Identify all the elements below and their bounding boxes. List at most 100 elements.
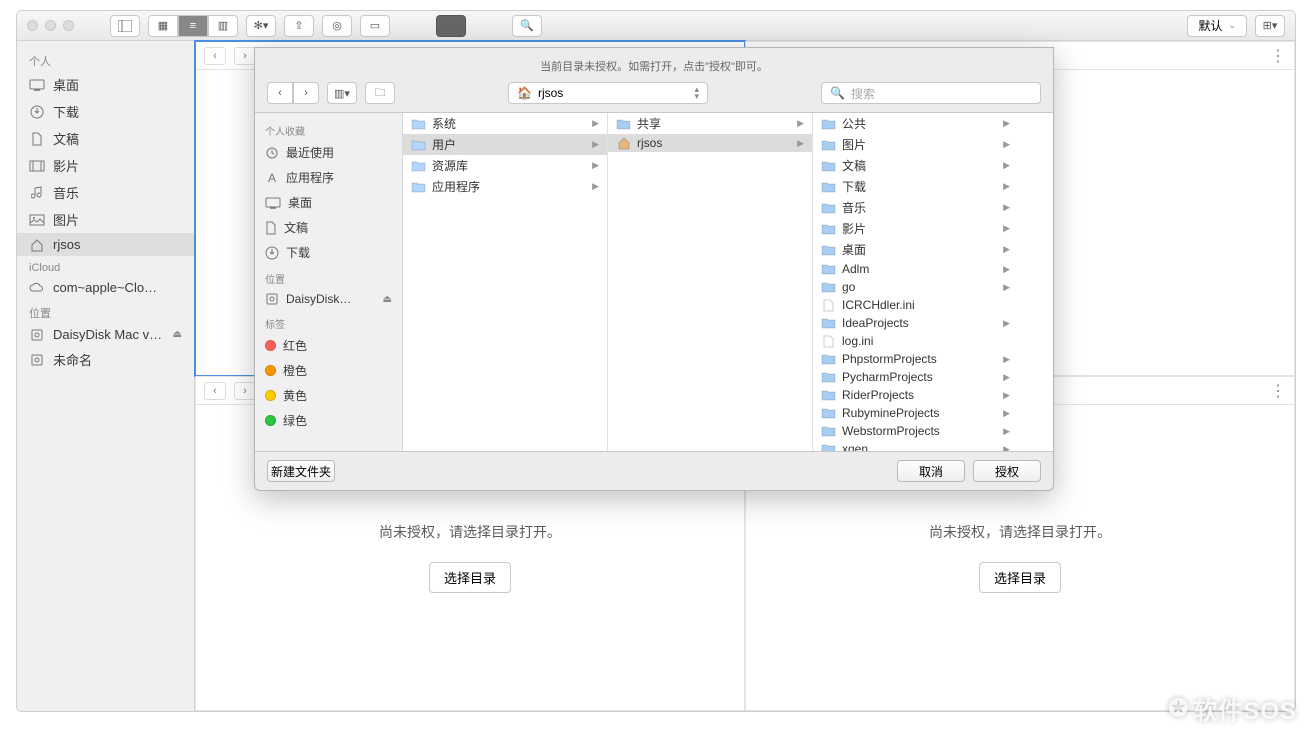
folder-button[interactable]: 🗀	[365, 82, 395, 104]
column-item[interactable]: 资源库▶	[403, 155, 607, 176]
sidebar-item[interactable]: 下载	[17, 98, 194, 125]
dialog-title: 当前目录未授权。如需打开，点击"授权"即可。	[255, 48, 1053, 82]
sidebar-item[interactable]: 未命名	[17, 346, 194, 373]
sidebar-item[interactable]: 文稿	[255, 215, 402, 240]
item-label: PycharmProjects	[842, 370, 933, 384]
column-item[interactable]: log.ini▶	[813, 332, 1018, 350]
sidebar-item[interactable]: com~apple~Clo…	[17, 276, 194, 299]
sidebar-item[interactable]: 下载	[255, 240, 402, 265]
chevron-right-icon: ▶	[592, 181, 599, 192]
column-item[interactable]: 共享▶	[608, 113, 812, 134]
back-button[interactable]: ‹	[204, 47, 226, 65]
forward-button[interactable]: ›	[234, 382, 256, 400]
column-item[interactable]: ICRCHdler.ini▶	[813, 296, 1018, 314]
item-label: xgen	[842, 442, 868, 451]
column-item[interactable]: xgen ▶	[813, 440, 1018, 451]
sidebar-toggle[interactable]	[110, 15, 140, 37]
column-item[interactable]: 桌面▶	[813, 239, 1018, 260]
path-control[interactable]: 🏠 rjsos ▴▾	[508, 82, 708, 104]
view-preset[interactable]: 默认⌄	[1187, 15, 1247, 37]
action-menu[interactable]: ✻▾	[246, 15, 276, 37]
share-button[interactable]: ⇧	[284, 15, 314, 37]
folder-icon	[821, 371, 836, 384]
column-item[interactable]: WebstormProjects▶	[813, 422, 1018, 440]
chevron-right-icon: ▶	[1003, 444, 1010, 452]
column-item[interactable]: PycharmProjects▶	[813, 368, 1018, 386]
column-view[interactable]: ▥	[208, 15, 238, 37]
tag-dot	[265, 415, 276, 426]
airdrop-button[interactable]: ◎	[322, 15, 352, 37]
column-item[interactable]: rjsos▶	[608, 134, 812, 152]
tag-item[interactable]: 绿色	[255, 408, 402, 433]
column-item[interactable]: 下载▶	[813, 176, 1018, 197]
item-label: log.ini	[842, 334, 873, 348]
sidebar-item[interactable]: 图片	[17, 206, 194, 233]
chevron-right-icon: ▶	[1003, 139, 1010, 150]
sidebar-header: 位置	[17, 299, 194, 323]
tag-item[interactable]: 红色	[255, 333, 402, 358]
chevron-right-icon: ▶	[1003, 264, 1010, 275]
column-item[interactable]: 图片▶	[813, 134, 1018, 155]
sidebar-item[interactable]: 桌面	[17, 71, 194, 98]
forward-button[interactable]: ›	[234, 47, 256, 65]
music-icon	[29, 186, 45, 200]
column-item[interactable]: PhpstormProjects▶	[813, 350, 1018, 368]
item-label: 公共	[842, 115, 866, 132]
column-item[interactable]: RubymineProjects▶	[813, 404, 1018, 422]
authorize-button[interactable]: 授权	[973, 460, 1041, 482]
choose-dir-button[interactable]: 选择目录	[979, 562, 1061, 593]
choose-dir-button[interactable]: 选择目录	[429, 562, 511, 593]
sidebar-label: 影片	[53, 156, 79, 175]
sidebar-item[interactable]: DaisyDisk Mac v…⏏	[17, 323, 194, 346]
search-button[interactable]: 🔍	[512, 15, 542, 37]
panes-layout[interactable]: ⊞▾	[1255, 15, 1285, 37]
eject-icon[interactable]: ⏏	[173, 329, 182, 340]
sidebar-item[interactable]: 最近使用	[255, 140, 402, 165]
item-label: 资源库	[432, 157, 468, 174]
column-item[interactable]: 公共▶	[813, 113, 1018, 134]
column-item[interactable]: go▶	[813, 278, 1018, 296]
sidebar-label: 未命名	[53, 350, 92, 369]
desktop-icon	[265, 197, 281, 209]
column-item[interactable]: 系统▶	[403, 113, 607, 134]
sidebar-item[interactable]: rjsos	[17, 233, 194, 256]
forward-button[interactable]: ›	[293, 82, 319, 104]
search-field[interactable]: 🔍 搜索	[821, 82, 1041, 104]
column-item[interactable]: 影片▶	[813, 218, 1018, 239]
home-icon	[616, 137, 631, 150]
column-item[interactable]: IdeaProjects▶	[813, 314, 1018, 332]
column-item[interactable]: 用户▶	[403, 134, 607, 155]
icon-view[interactable]: ▦	[148, 15, 178, 37]
sidebar-item[interactable]: 音乐	[17, 179, 194, 206]
chevron-right-icon: ▶	[1003, 160, 1010, 171]
traffic-lights[interactable]	[27, 20, 74, 31]
list-view[interactable]: ≡	[178, 15, 208, 37]
document-icon	[29, 132, 45, 146]
sidebar-label: com~apple~Clo…	[53, 280, 157, 295]
sidebar-item[interactable]: 桌面	[255, 190, 402, 215]
tag-item[interactable]: 黄色	[255, 383, 402, 408]
sidebar-item[interactable]: DaisyDisk…⏏	[255, 288, 402, 310]
more-icon[interactable]: ⋮	[1270, 46, 1286, 66]
column-item[interactable]: RiderProjects▶	[813, 386, 1018, 404]
sidebar-item[interactable]: 影片	[17, 152, 194, 179]
chevron-right-icon: ▶	[797, 118, 804, 129]
view-switch[interactable]: ▥▾	[327, 82, 357, 104]
back-button[interactable]: ‹	[204, 382, 226, 400]
column-item[interactable]: Adlm▶	[813, 260, 1018, 278]
folder-icon	[411, 117, 426, 130]
sidebar-item[interactable]: A应用程序	[255, 165, 402, 190]
column-item[interactable]: 音乐▶	[813, 197, 1018, 218]
sidebar-item[interactable]: 文稿	[17, 125, 194, 152]
eject-icon[interactable]: ⏏	[383, 294, 392, 305]
back-button[interactable]: ‹	[267, 82, 293, 104]
more-icon[interactable]: ⋮	[1270, 381, 1286, 401]
tag-button[interactable]: ▭	[360, 15, 390, 37]
terminal-button[interactable]	[436, 15, 466, 37]
column-item[interactable]: 应用程序▶	[403, 176, 607, 197]
tag-item[interactable]: 橙色	[255, 358, 402, 383]
column-item[interactable]: 文稿▶	[813, 155, 1018, 176]
folder-icon	[821, 389, 836, 402]
new-folder-button[interactable]: 新建文件夹	[267, 460, 335, 482]
cancel-button[interactable]: 取消	[897, 460, 965, 482]
